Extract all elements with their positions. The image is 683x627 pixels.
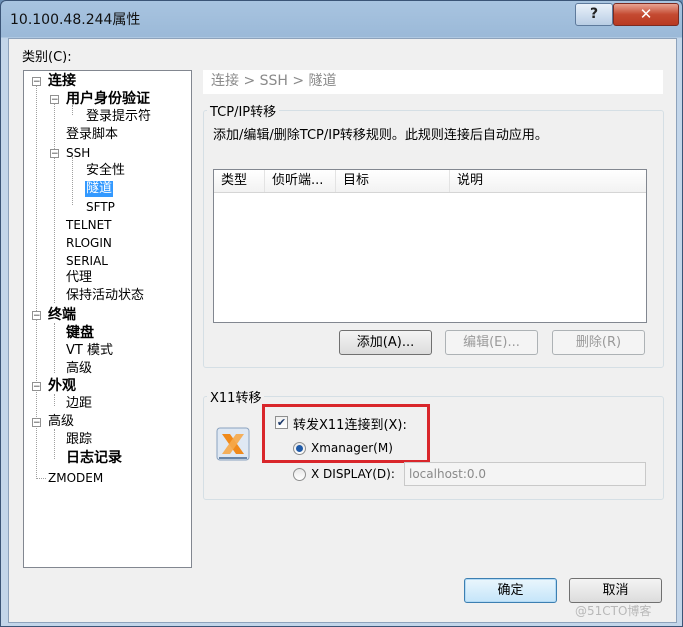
tree-item-ssh[interactable]: SSH [66,145,90,161]
xmanager-radio[interactable] [293,442,306,455]
tree-item-proxy[interactable]: 代理 [66,270,92,286]
column-listen-port[interactable]: 侦听端... [265,170,336,192]
title-bar[interactable]: 10.100.48.244属性 ? ✕ [1,1,682,35]
help-button[interactable]: ? [575,3,613,26]
delete-button[interactable]: 删除(R) [552,330,645,355]
xdisplay-input[interactable]: localhost:0.0 [404,462,646,486]
properties-window: 10.100.48.244属性 ? ✕ 类别(C): − 连接 − 用户身份验证… [0,0,683,627]
forward-x11-checkbox[interactable]: ✔ [275,416,288,429]
radio-dot [296,445,303,452]
tree-line [54,394,55,406]
category-tree[interactable]: − 连接 − 用户身份验证 登录提示符 登录脚本 − SSH 安全性 隧道 SF… [23,70,192,568]
tree-item-appearance[interactable]: 外观 [48,378,76,394]
breadcrumb: 连接 > SSH > 隧道 [203,70,663,94]
tree-item-zmodem[interactable]: ZMODEM [48,470,103,486]
tree-line [72,157,73,205]
tree-item-telnet[interactable]: TELNET [66,217,112,233]
watermark-text: @51CTO博客 [575,604,652,618]
tree-line [36,478,46,479]
tree-item-login-scripts[interactable]: 登录脚本 [66,127,118,143]
ok-button[interactable]: 确定 [464,578,557,603]
expander-ssh[interactable]: − [50,149,59,159]
category-label: 类别(C): [22,50,72,65]
tree-item-advanced[interactable]: 高级 [48,414,74,430]
tree-item-rlogin[interactable]: RLOGIN [66,235,112,251]
window-title: 10.100.48.244属性 [10,12,141,28]
list-header: 类型 侦听端... 目标 说明 [214,170,646,193]
cancel-button[interactable]: 取消 [569,578,662,603]
tree-item-tunneling[interactable]: 隧道 [85,181,114,197]
tree-item-connection[interactable]: 连接 [48,73,76,89]
tree-item-sftp[interactable]: SFTP [86,199,115,215]
forward-x11-label[interactable]: 转发X11连接到(X): [293,414,407,433]
expander-appearance[interactable]: − [32,382,41,392]
edit-button[interactable]: 编辑(E)... [445,330,538,355]
tree-item-keyboard[interactable]: 键盘 [66,325,94,341]
tree-item-margins[interactable]: 边距 [66,396,92,412]
tree-item-trace[interactable]: 跟踪 [66,432,92,448]
tree-item-vt-mode[interactable]: VT 模式 [66,343,113,359]
column-type[interactable]: 类型 [214,170,265,192]
expander-terminal[interactable]: − [32,311,41,321]
tree-item-terminal[interactable]: 终端 [48,307,76,323]
tcpip-group-title: TCP/IP转移 [207,101,280,120]
tree-item-login-prompts[interactable]: 登录提示符 [86,109,151,125]
x11-logo-icon [216,427,250,461]
tree-line [54,429,55,459]
tree-item-logging[interactable]: 日志记录 [66,450,122,466]
tcpip-description: 添加/编辑/删除TCP/IP转移规则。此规则连接后自动应用。 [213,128,548,143]
tree-item-user-auth[interactable]: 用户身份验证 [66,91,150,107]
add-button[interactable]: 添加(A)... [339,330,432,355]
column-destination[interactable]: 目标 [336,170,450,192]
tree-line [54,323,55,373]
xmanager-label[interactable]: Xmanager(M) [311,441,393,455]
column-description[interactable]: 说明 [450,170,646,192]
forwarding-rules-list[interactable]: 类型 侦听端... 目标 说明 [213,169,647,323]
tree-item-security[interactable]: 安全性 [86,163,125,179]
tree-line [54,103,55,303]
expander-advanced[interactable]: − [32,418,41,428]
tree-item-serial[interactable]: SERIAL [66,253,108,269]
expander-user-auth[interactable]: − [50,95,59,105]
tree-item-terminal-advanced[interactable]: 高级 [66,361,92,377]
xdisplay-label[interactable]: X DISPLAY(D): [311,467,395,481]
close-button[interactable]: ✕ [613,3,679,26]
dialog-client-area: 类别(C): − 连接 − 用户身份验证 登录提示符 登录脚本 − SSH 安全… [8,38,677,623]
xdisplay-radio[interactable] [293,468,306,481]
tree-item-keep-alive[interactable]: 保持活动状态 [66,288,144,304]
expander-connection[interactable]: − [32,77,41,87]
x11-group-title: X11转移 [207,387,265,406]
